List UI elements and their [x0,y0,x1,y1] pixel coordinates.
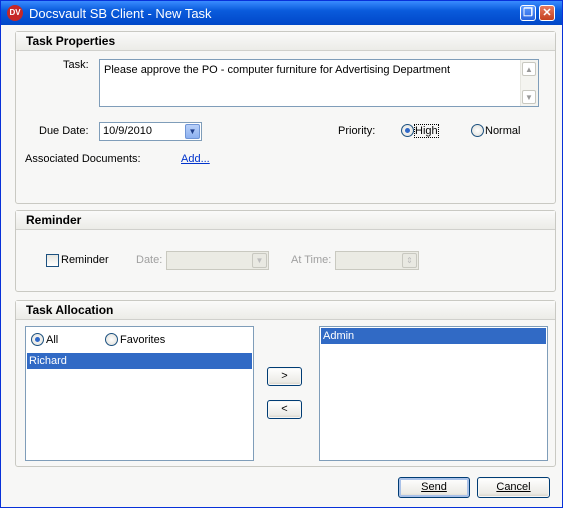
task-textarea[interactable]: Please approve the PO - computer furnitu… [99,59,539,107]
due-date-picker[interactable]: 10/9/2010 ▼ [99,122,202,141]
remove-user-button[interactable]: < [267,400,302,419]
close-button[interactable]: ✕ [539,5,555,21]
available-users-list[interactable]: All Favorites Richard [25,326,254,461]
priority-normal-label[interactable]: Normal [485,125,520,137]
restore-button[interactable]: ❐ [520,5,536,21]
reminder-date-label: Date: [136,254,163,266]
reminder-checkbox-label[interactable]: Reminder [61,254,109,266]
cancel-button-label: Cancel [496,481,531,493]
time-spinner-icon[interactable]: ⇕ [402,253,417,268]
priority-normal-radio[interactable] [471,124,484,137]
assigned-row-admin[interactable]: Admin [321,328,546,344]
reminder-header: Reminder [16,211,555,230]
task-label: Task: [63,59,89,71]
calendar-dropdown-icon[interactable]: ▼ [185,124,200,139]
scroll-up-icon[interactable]: ▲ [522,62,536,76]
reminder-date-picker[interactable]: ▼ [166,251,269,270]
dialog-body: Task Properties Task: Please approve the… [1,25,562,507]
reminder-date-dropdown-icon[interactable]: ▼ [252,253,267,268]
window-title: Docsvault SB Client - New Task [29,6,212,21]
task-scrollbar[interactable]: ▲ ▼ [520,60,538,106]
assigned-users-list[interactable]: Admin [319,326,548,461]
filter-all-label[interactable]: All [46,334,58,346]
scroll-down-icon[interactable]: ▼ [522,90,536,104]
associated-documents-label: Associated Documents: [25,153,141,165]
priority-high-label[interactable]: High [414,124,439,138]
user-row-richard[interactable]: Richard [27,353,252,369]
task-allocation-group: Task Allocation All Favorites Richard > … [15,300,556,467]
due-date-label: Due Date: [39,125,89,137]
priority-high-radio[interactable] [401,124,414,137]
reminder-group: Reminder Reminder Date: ▼ At Time: ⇕ [15,210,556,292]
task-properties-header: Task Properties [16,32,555,51]
reminder-time-label: At Time: [291,254,332,266]
title-bar[interactable]: DV Docsvault SB Client - New Task ❐ ✕ [1,1,562,25]
task-allocation-header: Task Allocation [16,301,555,320]
task-allocation-title: Task Allocation [26,303,114,317]
reminder-title: Reminder [26,213,82,227]
due-date-value: 10/9/2010 [103,125,152,137]
reminder-time-input[interactable]: ⇕ [335,251,419,270]
add-documents-link[interactable]: Add... [181,153,210,165]
filter-all-radio[interactable] [31,333,44,346]
reminder-checkbox[interactable] [46,254,59,267]
send-button-label: Send [421,481,447,493]
add-user-button[interactable]: > [267,367,302,386]
new-task-window: DV Docsvault SB Client - New Task ❐ ✕ Ta… [0,0,563,508]
task-properties-group: Task Properties Task: Please approve the… [15,31,556,204]
filter-favorites-radio[interactable] [105,333,118,346]
cancel-button[interactable]: Cancel [477,477,550,498]
priority-label: Priority: [338,125,376,137]
docsvault-logo-icon: DV [7,5,23,21]
filter-favorites-label[interactable]: Favorites [120,334,165,346]
task-properties-title: Task Properties [26,34,116,48]
task-text: Please approve the PO - computer furnitu… [104,64,451,76]
send-button[interactable]: Send [398,477,470,498]
